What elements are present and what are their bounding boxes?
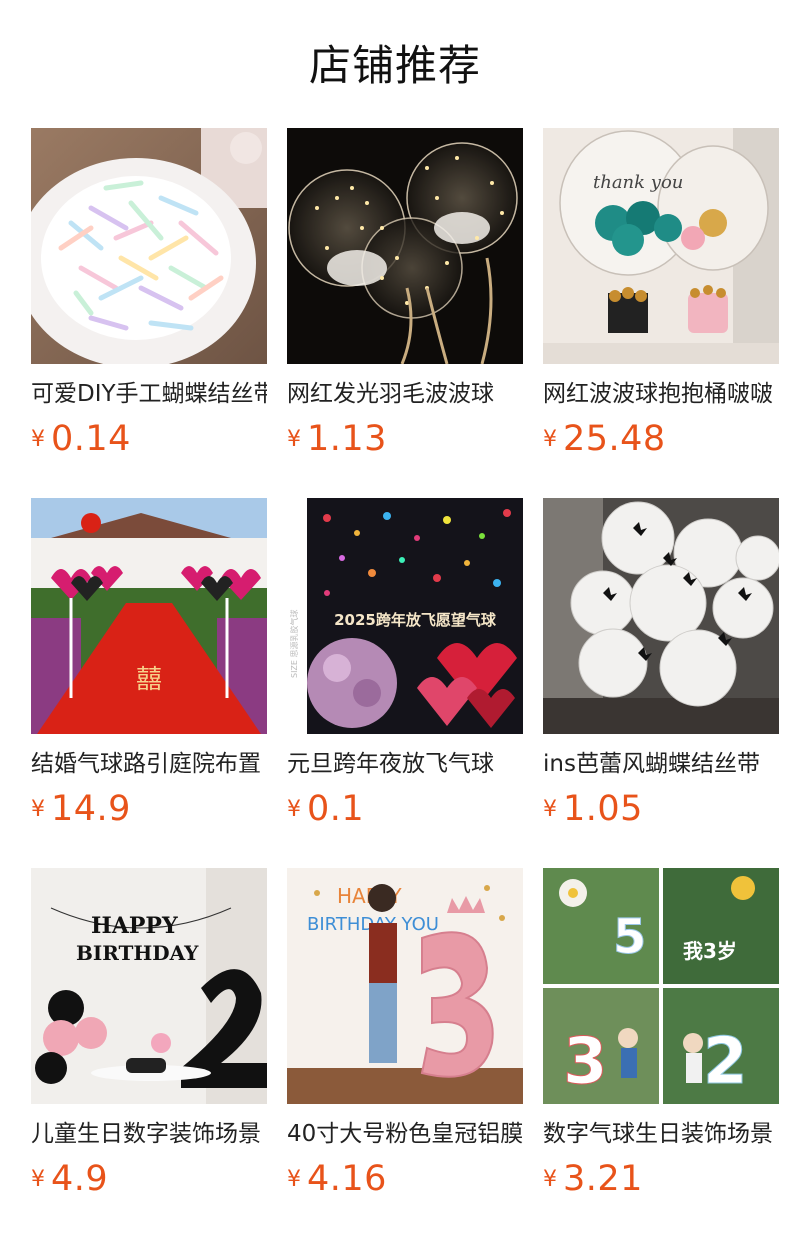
product-card[interactable]: HAPPY BIRTHDAY 儿童生日数字装饰场景 ¥4.9 bbox=[31, 868, 267, 1238]
image-banner-text: 2025跨年放飞愿望气球 bbox=[334, 611, 497, 629]
product-image[interactable] bbox=[31, 128, 267, 364]
product-name[interactable]: 可爱DIY手工蝴蝶结丝带 bbox=[31, 377, 267, 411]
product-grid: 可爱DIY手工蝴蝶结丝带 ¥0.14 网红发光羽毛波波球 ¥ 1.13 than… bbox=[31, 128, 779, 1238]
black-number-2-birthday-image: HAPPY BIRTHDAY bbox=[31, 868, 267, 1104]
currency-symbol: ¥ bbox=[543, 797, 557, 822]
price-value: 25.48 bbox=[563, 419, 666, 459]
product-card[interactable]: 5 我3岁 3 2 数字气球生日装饰场景 ¥3.21 bbox=[543, 868, 779, 1238]
product-price: ¥0.1 bbox=[287, 787, 523, 837]
banner-text-line2: BIRTHDAY bbox=[76, 941, 199, 965]
currency-symbol: ¥ bbox=[287, 427, 301, 452]
product-card[interactable]: HAPPY BIRTHDAY YOU 40寸大号粉色皇冠铝膜 ¥4.16 bbox=[287, 868, 523, 1238]
pink-crown-number-3-image: HAPPY BIRTHDAY YOU bbox=[287, 868, 523, 1104]
store-recommendations-page: 店铺推荐 可爱DIY手工蝴蝶结丝带 ¥ 0.14 网红发光羽毛波波球 ¥ 1.1… bbox=[0, 0, 790, 1236]
product-image[interactable]: 囍 bbox=[31, 498, 267, 734]
price-value: 4.9 bbox=[51, 1159, 109, 1199]
product-name[interactable]: 网红发光羽毛波波球 bbox=[287, 377, 523, 411]
price-value: 1.13 bbox=[307, 419, 387, 459]
product-name[interactable]: 40寸大号粉色皇冠铝膜 bbox=[287, 1117, 523, 1151]
product-price: ¥4.16 bbox=[287, 1157, 523, 1207]
product-card[interactable]: ins芭蕾风蝴蝶结丝带 ¥1.05 bbox=[543, 498, 779, 868]
price-value: 1.05 bbox=[563, 789, 643, 829]
price-value: 3.21 bbox=[563, 1159, 643, 1199]
number-balloons-collage-image: 5 我3岁 3 2 bbox=[543, 868, 779, 1104]
price-value: 14.9 bbox=[51, 789, 131, 829]
svg-text:3: 3 bbox=[563, 1025, 608, 1099]
product-name[interactable]: 元旦跨年夜放飞气球 bbox=[287, 747, 523, 781]
product-image[interactable]: 5 我3岁 3 2 bbox=[543, 868, 779, 1104]
product-card[interactable]: 2025跨年放飞愿望气球 SIZE 思源乳胶气球 元旦跨年夜放飞气球 ¥0.1 bbox=[287, 498, 523, 868]
product-price: ¥3.21 bbox=[543, 1157, 779, 1207]
currency-symbol: ¥ bbox=[287, 797, 301, 822]
bobo-balloon-bucket-image: thank you bbox=[543, 128, 779, 364]
product-image[interactable]: HAPPY BIRTHDAY YOU bbox=[287, 868, 523, 1104]
collage-text: 我3岁 bbox=[683, 939, 737, 963]
product-name[interactable]: 数字气球生日装饰场景 bbox=[543, 1117, 779, 1151]
product-image[interactable]: HAPPY BIRTHDAY bbox=[31, 868, 267, 1104]
price-value: 0.1 bbox=[307, 789, 365, 829]
glowing-bobo-balloons-image bbox=[287, 128, 523, 364]
product-name[interactable]: 网红波波球抱抱桶啵啵 bbox=[543, 377, 779, 411]
product-image[interactable]: 2025跨年放飞愿望气球 SIZE 思源乳胶气球 bbox=[287, 498, 523, 734]
currency-symbol: ¥ bbox=[31, 427, 45, 452]
product-price: ¥0.14 bbox=[31, 417, 267, 467]
product-image[interactable]: thank you bbox=[543, 128, 779, 364]
product-image[interactable] bbox=[287, 128, 523, 364]
product-price: ¥25.48 bbox=[543, 417, 779, 467]
product-name[interactable]: 结婚气球路引庭院布置 bbox=[31, 747, 267, 781]
product-name[interactable]: 儿童生日数字装饰场景 bbox=[31, 1117, 267, 1151]
price-value: 4.16 bbox=[307, 1159, 387, 1199]
currency-symbol: ¥ bbox=[31, 1167, 45, 1192]
svg-text:2: 2 bbox=[703, 1025, 748, 1099]
page-title: 店铺推荐 bbox=[308, 41, 481, 90]
svg-text:5: 5 bbox=[613, 909, 646, 965]
product-price: ¥4.9 bbox=[31, 1157, 267, 1207]
product-price: ¥14.9 bbox=[31, 787, 267, 837]
product-name[interactable]: ins芭蕾风蝴蝶结丝带 bbox=[543, 747, 779, 781]
product-card[interactable]: 囍 结婚气球路引庭院布置 ¥ 14.9 bbox=[31, 498, 267, 868]
wedding-balloon-aisle-image: 囍 bbox=[31, 498, 267, 734]
image-side-text: SIZE 思源乳胶气球 bbox=[289, 609, 299, 678]
product-card[interactable]: 可爱DIY手工蝴蝶结丝带 ¥0.14 bbox=[31, 128, 267, 498]
pastel-ribbon-bows-image bbox=[31, 128, 267, 364]
svg-text:囍: 囍 bbox=[136, 665, 162, 695]
price-value: 0.14 bbox=[51, 419, 131, 459]
svg-text:thank you: thank you bbox=[593, 172, 683, 193]
product-card[interactable]: 网红发光羽毛波波球 ¥1.13 bbox=[287, 128, 523, 498]
currency-symbol: ¥ bbox=[543, 427, 557, 452]
currency-symbol: ¥ bbox=[287, 1167, 301, 1192]
banner-text-line1: HAPPY bbox=[91, 913, 178, 939]
product-image[interactable] bbox=[543, 498, 779, 734]
new-year-release-balloons-image: 2025跨年放飞愿望气球 SIZE 思源乳胶气球 bbox=[287, 498, 523, 734]
product-card[interactable]: thank you 网红波波球抱抱桶啵啵 ¥25.48 bbox=[543, 128, 779, 498]
product-price: ¥1.05 bbox=[543, 787, 779, 837]
white-butterfly-balloons-image bbox=[543, 498, 779, 734]
currency-symbol: ¥ bbox=[31, 797, 45, 822]
currency-symbol: ¥ bbox=[543, 1167, 557, 1192]
product-price: ¥1.13 bbox=[287, 417, 523, 467]
